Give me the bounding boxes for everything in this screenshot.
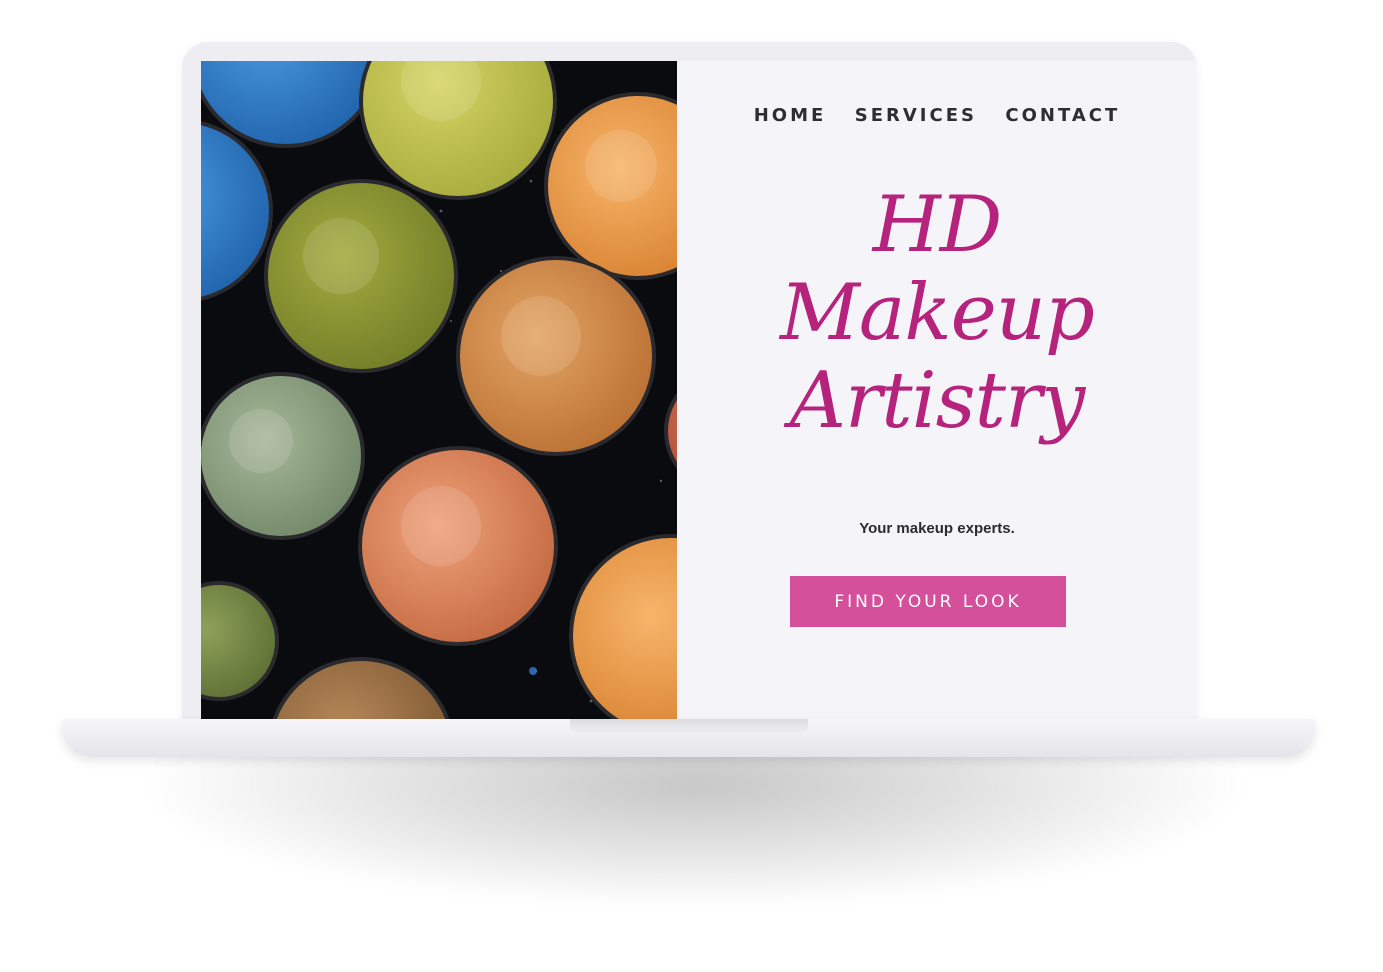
site-title: HD Makeup Artistry [677, 181, 1197, 445]
laptop-hinge-notch [570, 719, 808, 733]
device-shadow [150, 745, 1240, 905]
website-screen: HOME SERVICES CONTACT HD Makeup Artistry… [201, 61, 1197, 720]
nav-services-link[interactable]: SERVICES [855, 105, 977, 126]
find-your-look-button[interactable]: FIND YOUR LOOK [790, 576, 1066, 627]
main-nav: HOME SERVICES CONTACT [677, 105, 1197, 126]
site-title-line-1: HD [872, 180, 1003, 270]
nav-home-link[interactable]: HOME [754, 105, 827, 126]
tagline: Your makeup experts. [859, 520, 1015, 537]
nav-contact-link[interactable]: CONTACT [1005, 105, 1120, 126]
eyeshadow-palette-graphic [201, 61, 677, 720]
eyeshadow-palette-image [201, 61, 677, 720]
site-title-line-2: Makeup [780, 268, 1095, 358]
hero-content: HOME SERVICES CONTACT HD Makeup Artistry… [677, 61, 1197, 720]
site-title-line-3: Artistry [789, 356, 1086, 446]
